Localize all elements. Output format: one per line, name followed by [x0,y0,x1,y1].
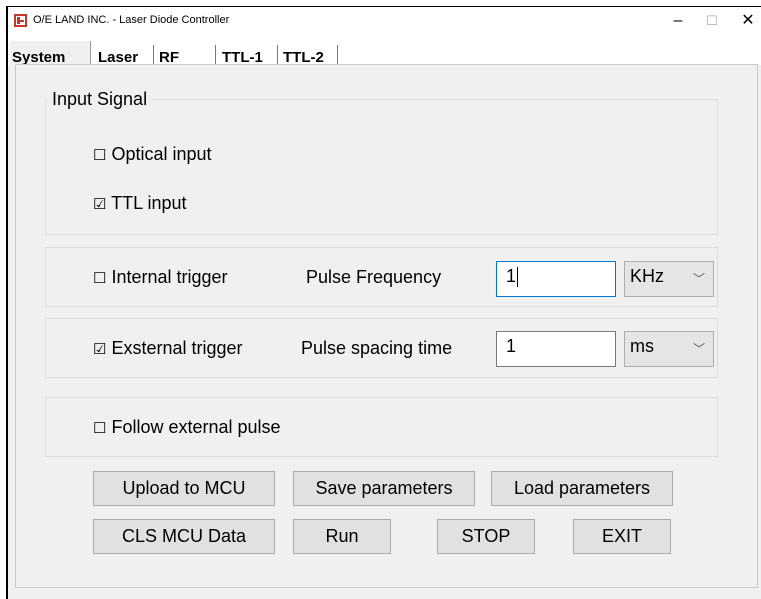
upload-to-mcu-button[interactable]: Upload to MCU [93,471,275,506]
input-signal-group [45,99,718,235]
exit-button[interactable]: EXIT [573,519,671,554]
optical-input-checkbox[interactable]: ☐ Optical input [93,144,212,165]
pulse-frequency-value: 1 [506,266,517,286]
app-logo-icon [14,14,27,27]
follow-external-pulse-checkbox[interactable]: ☐ Follow external pulse [93,417,281,438]
pulse-spacing-value: 1 [506,336,517,356]
text-caret [517,267,519,288]
checkbox-checked-icon: ☑ [93,196,107,213]
ttl-input-label: TTL input [111,193,187,213]
load-parameters-button[interactable]: Load parameters [491,471,673,506]
pulse-frequency-label: Pulse Frequency [306,267,442,287]
minimize-button[interactable]: – [660,7,696,35]
spacing-unit-value: ms [630,336,654,356]
checkbox-checked-icon: ☑ [93,341,107,358]
input-signal-title: Input Signal [48,89,152,110]
system-panel: Input Signal ☐ Optical input ☑ TTL input… [15,64,758,588]
internal-trigger-label: Internal trigger [111,267,228,287]
cls-mcu-data-button[interactable]: CLS MCU Data [93,519,275,554]
pulse-frequency-input[interactable]: 1 [496,261,616,297]
window-title: O/E LAND INC. - Laser Diode Controller [33,14,230,26]
internal-trigger-checkbox[interactable]: ☐ Internal trigger [93,267,228,288]
pulse-spacing-label: Pulse spacing time [301,338,453,358]
follow-external-pulse-label: Follow external pulse [111,417,281,437]
stop-button[interactable]: STOP [437,519,535,554]
close-button[interactable]: ✕ [730,7,761,35]
tab-bar: System Laser RF TTL-1 TTL-2 [8,35,761,73]
frequency-unit-select[interactable]: KHz ﹀ [624,261,714,297]
run-button[interactable]: Run [293,519,391,554]
title-bar[interactable]: O/E LAND INC. - Laser Diode Controller –… [8,7,761,35]
app-window: O/E LAND INC. - Laser Diode Controller –… [6,6,761,599]
save-parameters-button[interactable]: Save parameters [293,471,475,506]
spacing-unit-select[interactable]: ms ﹀ [624,331,714,367]
checkbox-unchecked-icon: ☐ [93,270,107,287]
pulse-spacing-input[interactable]: 1 [496,331,616,367]
external-trigger-label: Exsternal trigger [111,338,243,358]
maximize-button[interactable]: ☐ [694,7,730,35]
chevron-down-icon: ﹀ [692,272,705,286]
frequency-unit-value: KHz [630,266,665,286]
checkbox-unchecked-icon: ☐ [93,147,107,164]
external-trigger-checkbox[interactable]: ☑ Exsternal trigger [93,338,243,359]
chevron-down-icon: ﹀ [692,342,705,356]
ttl-input-checkbox[interactable]: ☑ TTL input [93,193,187,214]
checkbox-unchecked-icon: ☐ [93,420,107,437]
optical-input-label: Optical input [111,144,212,164]
